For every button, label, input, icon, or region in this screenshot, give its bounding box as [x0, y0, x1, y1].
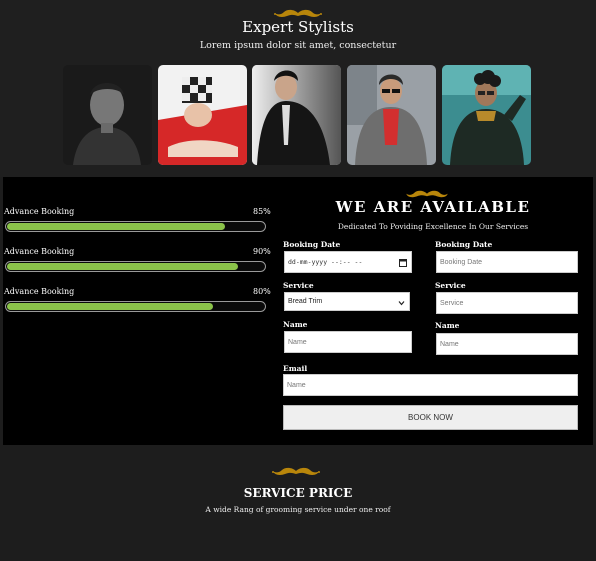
chevron-down-icon [398, 301, 405, 306]
name-input[interactable]: Name [284, 331, 412, 353]
progress-percent: 90% [253, 247, 271, 256]
progress-bar [5, 261, 266, 272]
progress-fill [7, 223, 226, 230]
service-price-subtitle: A wide Rang of grooming service under on… [205, 505, 391, 514]
availability-subtitle: Dedicated To Poviding Excellence In Our … [337, 222, 529, 231]
progress-label: Advance Booking [4, 207, 75, 216]
progress-label: Advance Booking [4, 287, 75, 296]
booking-date-label: Booking Date [283, 240, 341, 249]
service-2-label: Service [435, 281, 466, 290]
email-input[interactable]: Name [283, 374, 578, 396]
progress-label: Advance Booking [4, 247, 75, 256]
service-price-title: SERVICE PRICE [243, 486, 353, 500]
progress-percent: 80% [253, 287, 271, 296]
booking-date-2-input[interactable]: Booking Date [436, 251, 578, 273]
stylist-photo-4[interactable] [347, 65, 436, 165]
stylist-photo-3[interactable] [252, 65, 341, 165]
progress-bar [5, 221, 266, 232]
stylists-title: Expert Stylists [242, 18, 354, 36]
progress-bar [5, 301, 266, 312]
name-label: Name [283, 320, 308, 329]
service-select[interactable]: Bread Trim [284, 292, 410, 311]
stylists-subtitle: Lorem ipsum dolor sit amet, consectetur [199, 40, 397, 51]
calendar-icon[interactable] [399, 258, 407, 267]
name-2-label: Name [435, 321, 460, 330]
booking-date-input[interactable]: dd-mm-yyyy --:-- -- [284, 251, 412, 273]
stylists-section: Expert Stylists Lorem ipsum dolor sit am… [0, 0, 596, 177]
availability-title: WE ARE AVAILABLE [335, 198, 531, 216]
service-2-input[interactable]: Service [436, 292, 578, 314]
stylist-photo-1[interactable] [63, 65, 152, 165]
stylist-photo-5[interactable] [442, 65, 531, 165]
book-now-button[interactable]: BOOK NOW [283, 405, 578, 430]
progress-fill [7, 303, 213, 310]
email-label: Email [283, 364, 308, 373]
progress-percent: 85% [253, 207, 271, 216]
service-label: Service [283, 281, 314, 290]
mustache-icon [272, 467, 320, 475]
stylist-photo-2[interactable] [158, 65, 247, 165]
progress-fill [7, 263, 239, 270]
booking-date-2-label: Booking Date [435, 240, 493, 249]
name-2-input[interactable]: Name [436, 333, 578, 355]
booking-section: Advance Booking 85% Advance Booking 90% … [3, 177, 593, 445]
